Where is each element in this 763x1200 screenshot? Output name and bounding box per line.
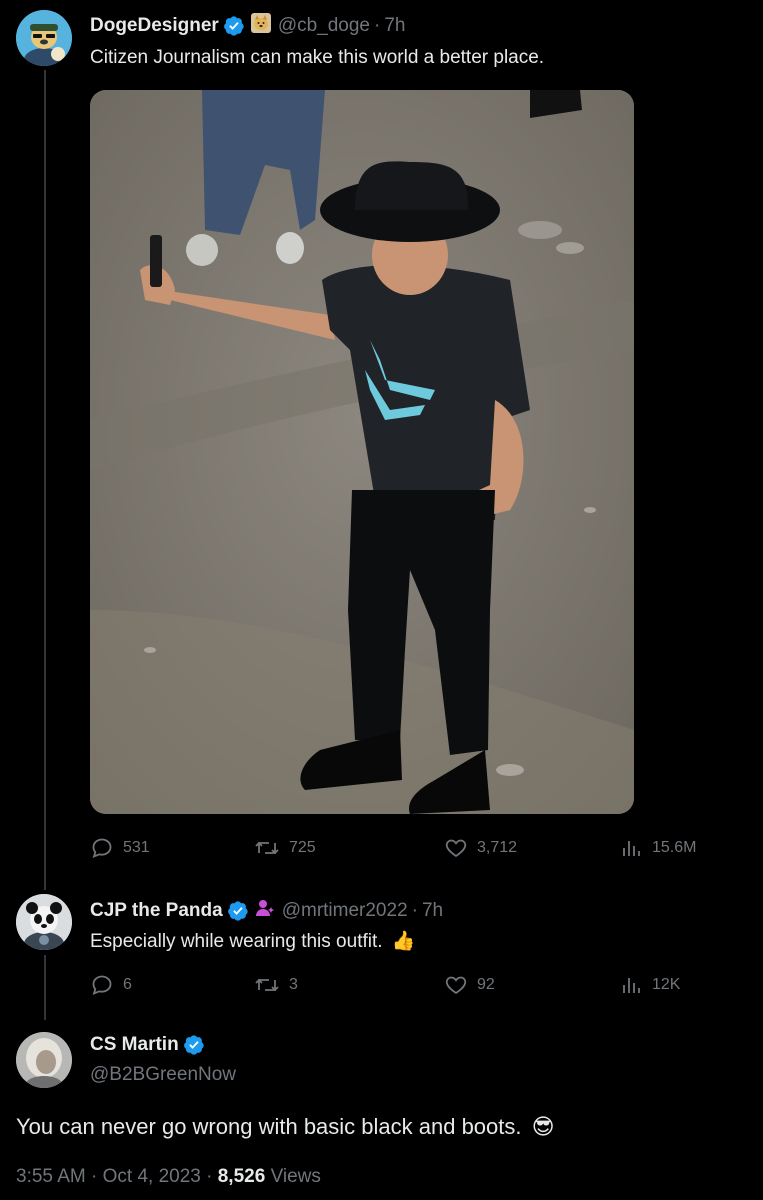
display-name[interactable]: DogeDesigner xyxy=(90,15,219,37)
timestamp[interactable]: 7h xyxy=(422,900,443,922)
retweet-button[interactable]: 725 xyxy=(254,836,316,860)
tweet-date[interactable]: Oct 4, 2023 xyxy=(103,1166,201,1187)
reply-count: 6 xyxy=(123,976,132,993)
avatar[interactable] xyxy=(16,10,72,66)
reply-icon xyxy=(92,838,112,859)
thread-connector-line xyxy=(44,955,46,1020)
tweet-actions: 6 3 92 12K xyxy=(90,973,710,999)
tweet-meta-footer: 3:55 AM · Oct 4, 2023 · 8,526 Views xyxy=(16,1166,321,1188)
views-count: 15.6M xyxy=(652,839,697,856)
views-button[interactable]: 12K xyxy=(621,973,680,997)
tweet-text-body: You can never go wrong with basic black … xyxy=(16,1114,522,1139)
tweet-text: You can never go wrong with basic black … xyxy=(16,1114,555,1140)
handle[interactable]: @B2BGreenNow xyxy=(90,1064,236,1086)
retweet-count: 725 xyxy=(289,839,316,856)
reply-count: 531 xyxy=(123,839,150,856)
thread-connector-line xyxy=(44,70,46,890)
avatar[interactable] xyxy=(16,894,72,950)
display-name[interactable]: CS Martin xyxy=(90,1034,179,1056)
heart-icon xyxy=(445,976,467,995)
tweet-text-body: Especially while wearing this outfit. xyxy=(90,931,383,952)
tweet-photo[interactable] xyxy=(90,90,634,814)
retweet-count: 3 xyxy=(289,976,298,993)
separator: · xyxy=(91,1166,98,1187)
doge-affiliate-badge-icon[interactable] xyxy=(250,12,272,39)
timestamp[interactable]: 7h xyxy=(384,15,405,37)
tweet-text: Especially while wearing this outfit. 👍 xyxy=(90,929,415,953)
handle[interactable]: @cb_doge xyxy=(278,15,370,37)
reply-icon xyxy=(92,975,112,996)
handle[interactable]: @mrtimer2022 xyxy=(282,900,408,922)
tweet-actions: 531 725 3,712 15.6M xyxy=(90,836,710,862)
tweet-text: Citizen Journalism can make this world a… xyxy=(90,47,545,68)
avatar[interactable] xyxy=(16,1032,72,1088)
analytics-icon xyxy=(623,978,640,993)
views-label: Views xyxy=(270,1166,321,1187)
verified-badge-icon xyxy=(183,1034,205,1056)
verified-badge-icon xyxy=(223,15,245,37)
heart-icon xyxy=(445,839,467,858)
like-count: 3,712 xyxy=(477,839,518,856)
retweet-icon xyxy=(255,978,279,992)
separator: · xyxy=(374,14,381,36)
thumbs-up-emoji: 👍 xyxy=(391,931,416,952)
retweet-button[interactable]: 3 xyxy=(254,973,298,997)
reply-button[interactable]: 6 xyxy=(90,973,132,997)
like-count: 92 xyxy=(477,976,495,993)
display-name[interactable]: CJP the Panda xyxy=(90,900,223,922)
retweet-icon xyxy=(255,841,279,855)
separator: · xyxy=(206,1166,213,1187)
person-sparkle-badge-icon[interactable] xyxy=(254,897,276,924)
like-button[interactable]: 3,712 xyxy=(444,836,517,860)
views-count: 12K xyxy=(652,976,681,993)
like-button[interactable]: 92 xyxy=(444,973,495,997)
separator: · xyxy=(411,899,418,921)
reply-button[interactable]: 531 xyxy=(90,836,150,860)
views-count: 8,526 xyxy=(217,1166,266,1187)
tweet-time[interactable]: 3:55 AM xyxy=(16,1166,86,1187)
views-button[interactable]: 15.6M xyxy=(621,836,696,860)
sunglasses-emoji: 😎 xyxy=(531,1114,555,1139)
verified-badge-icon xyxy=(227,900,249,922)
analytics-icon xyxy=(623,841,640,856)
